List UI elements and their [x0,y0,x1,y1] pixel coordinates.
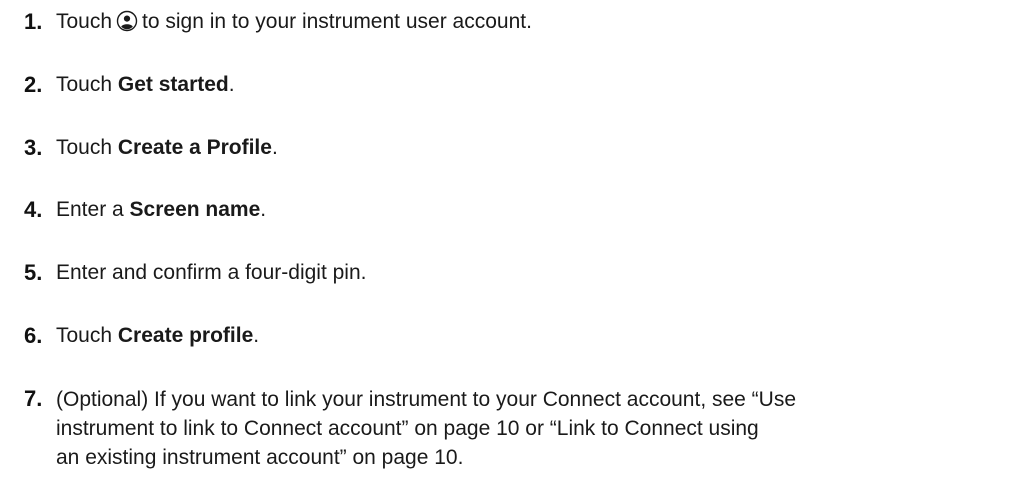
ui-label-screen-name: Screen name [129,198,261,221]
step-3: 3. Touch Create a Profile. [24,134,1000,162]
step-text-line-2: instrument to link to Connect account” o… [56,417,759,440]
ui-label-create-profile: Create profile [117,324,254,347]
step-text-line-1: (Optional) If you want to link your inst… [56,388,797,411]
step-5: 5. Enter and confirm a four-digit pin. [24,259,1000,287]
step-number: 3. [24,135,43,160]
step-text-pre: Touch [56,136,118,159]
step-6: 6. Touch Create profile. [24,322,1000,350]
step-2: 2. Touch Get started. [24,71,1000,99]
step-text-post: . [260,198,267,221]
instruction-steps: 1. Touch to sign in to your instrument us… [0,0,1020,493]
step-4: 4. Enter a Screen name. [24,196,1000,224]
step-text: Enter a Screen name. [56,196,1000,224]
step-text-pre: Touch [56,324,118,347]
step-text: Touch Create profile. [56,322,1000,350]
step-text-post: . [271,136,278,159]
step-7: 7. (Optional) If you want to link your i… [24,385,1000,472]
step-number: 4. [24,197,43,222]
step-1: 1. Touch to sign in to your instrument us… [24,8,1000,40]
step-text: Enter and confirm a four-digit pin. [56,261,367,284]
step-text: Touch to sign in to your instrument user … [56,8,1000,40]
step-text: Touch Create a Profile. [56,134,1000,162]
step-number: 7. [24,386,43,411]
step-text-post: . [253,324,260,347]
ui-label-get-started: Get started [117,73,229,96]
step-text-post: to sign in to your instrument user accou… [142,10,532,33]
step-number: 5. [24,260,43,285]
step-text-pre: Touch [56,10,113,33]
step-text-line-3: an existing instrument account” on page … [56,446,464,469]
step-number: 6. [24,323,43,348]
step-text-post: . [228,73,235,96]
step-text-pre: Enter a [56,198,130,221]
step-text: Touch Get started. [56,71,1000,99]
step-text-pre: Touch [56,73,118,96]
ui-label-create-a-profile: Create a Profile [117,136,272,159]
step-number: 1. [24,9,43,34]
step-number: 2. [24,72,43,97]
step-text: (Optional) If you want to link your inst… [56,385,1000,472]
user-account-icon [116,10,138,40]
